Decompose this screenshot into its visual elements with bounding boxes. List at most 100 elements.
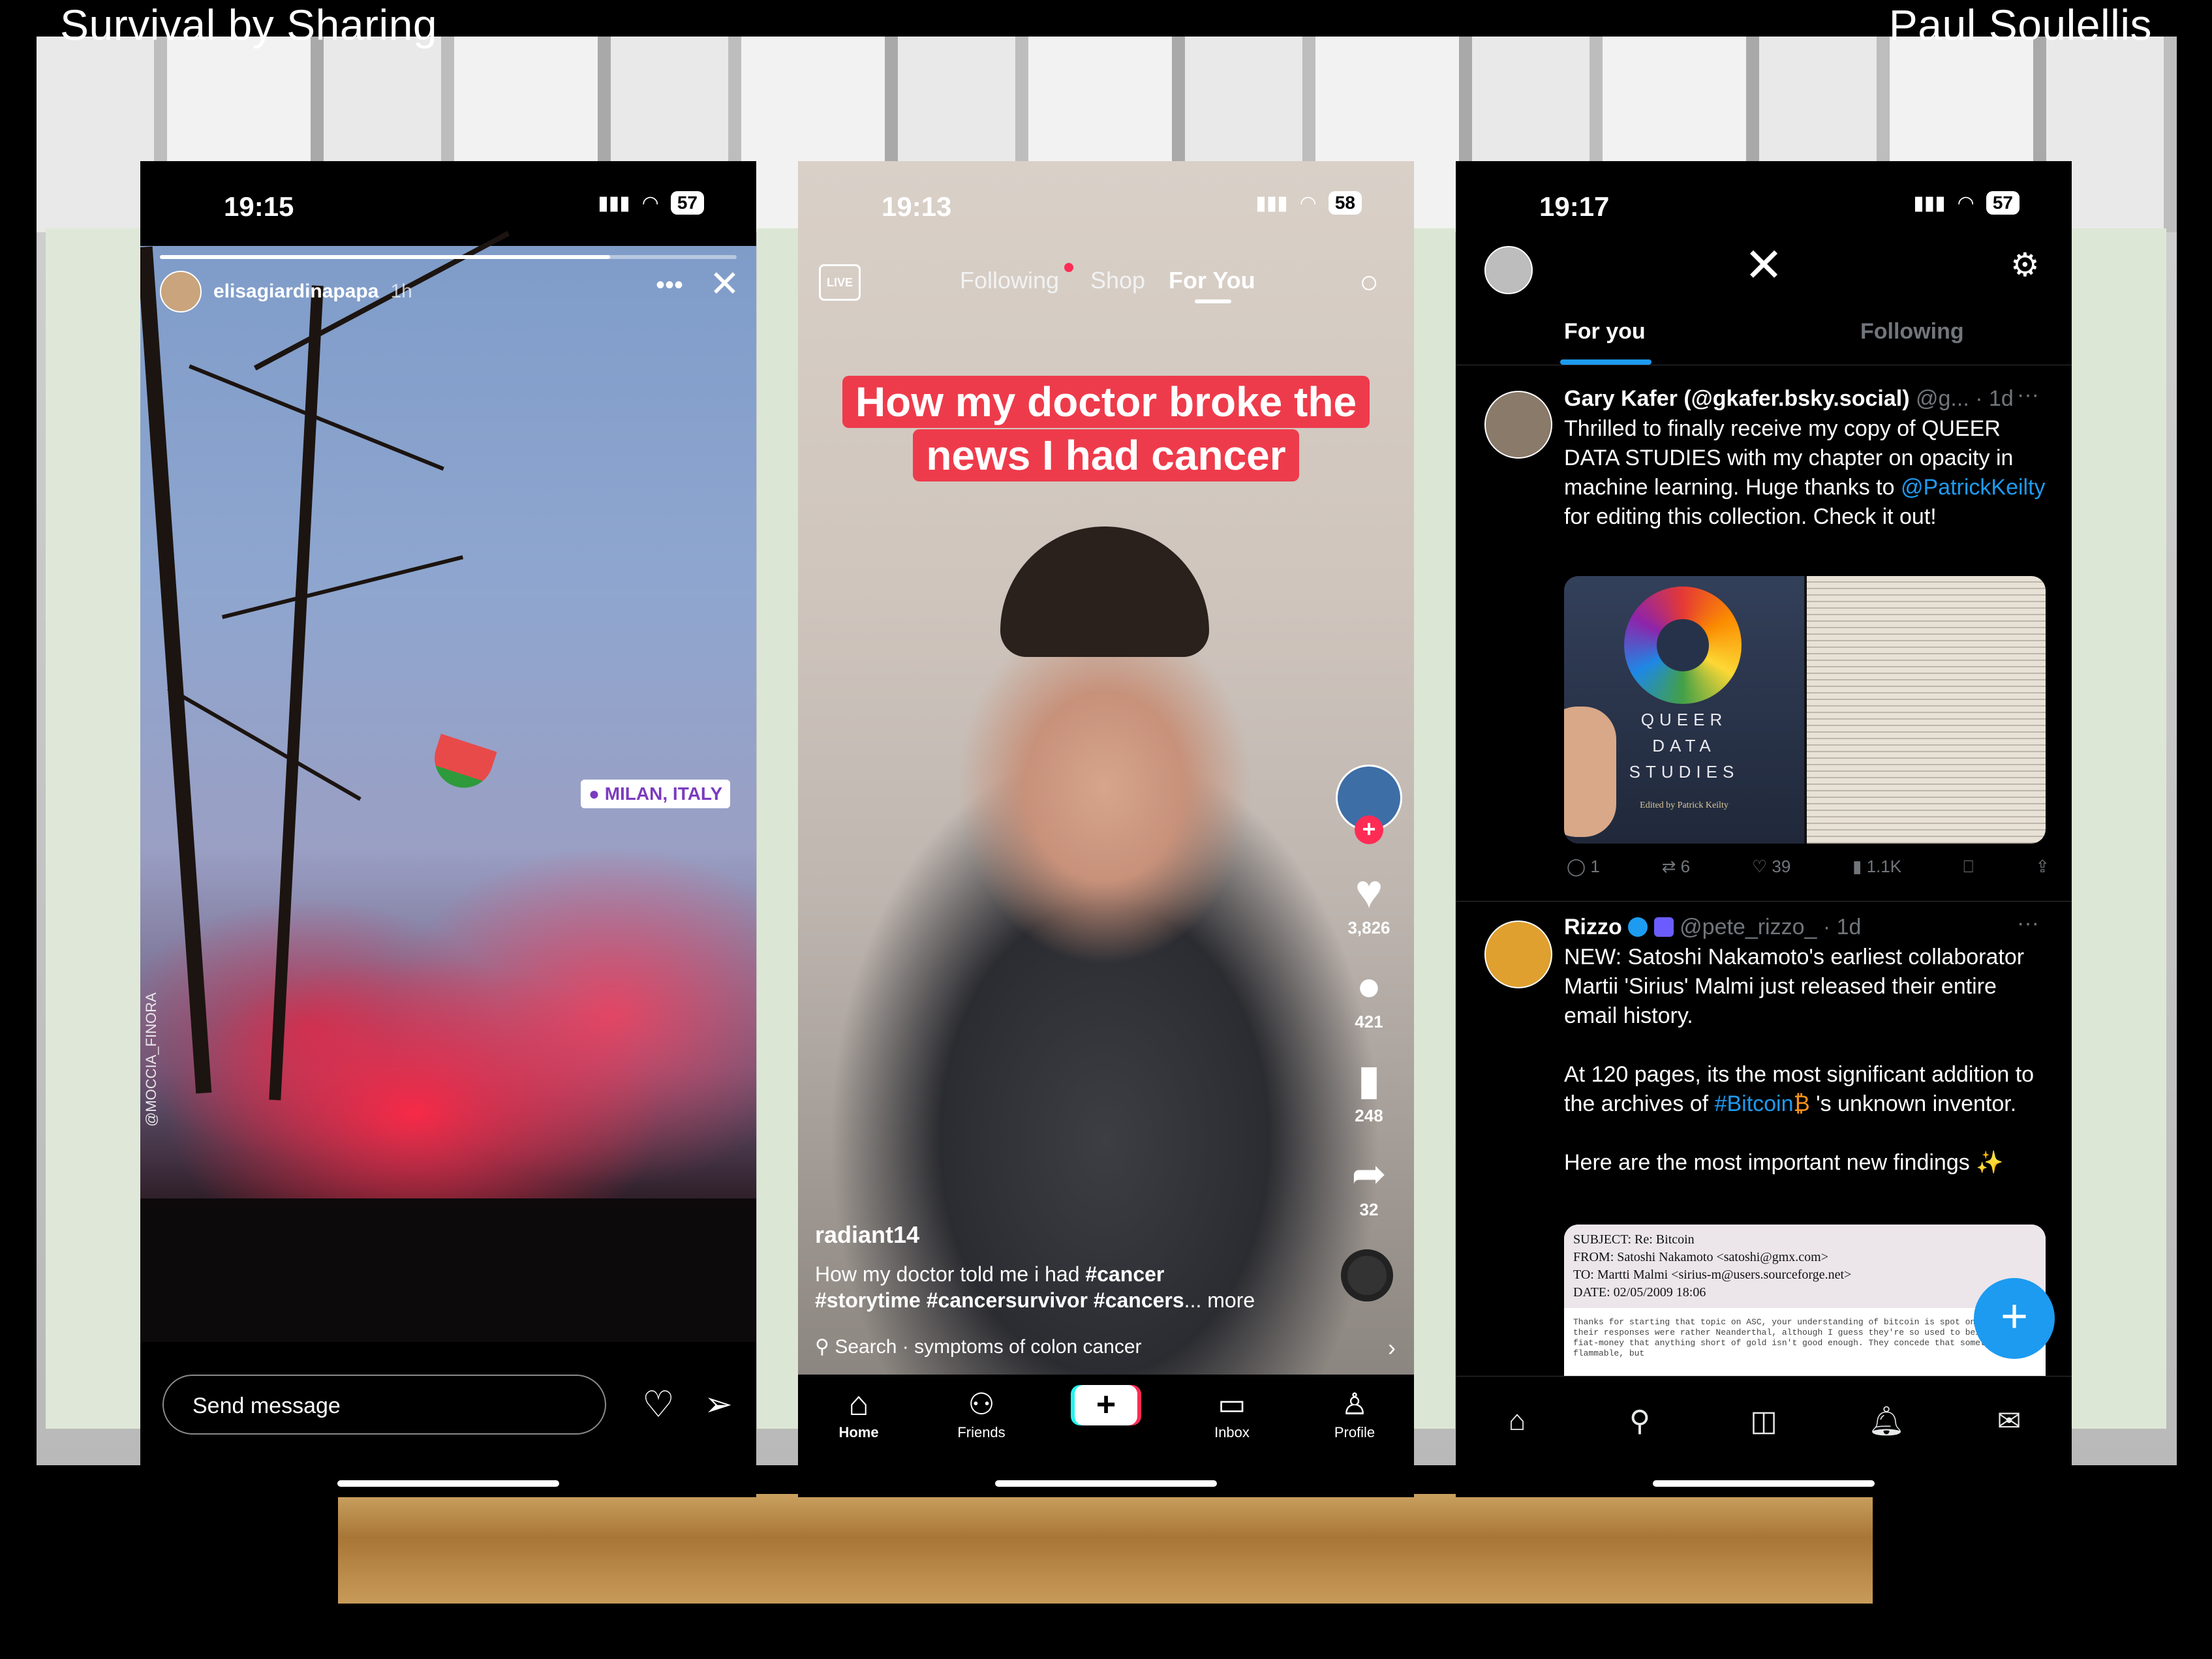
share-button[interactable]: ➦ 32 [1333, 1148, 1405, 1220]
tweet-author[interactable]: Gary Kafer (@gkafer.bsky.social) [1564, 386, 1910, 411]
comment-button[interactable]: ● 421 [1333, 960, 1405, 1032]
search-suggestion[interactable]: ⚲ Search · symptoms of colon cancer › [815, 1334, 1396, 1361]
tweet-media-email[interactable]: SUBJECT: Re: Bitcoin FROM: Satoshi Nakam… [1564, 1225, 2046, 1376]
tab-following[interactable]: Following [1860, 319, 1964, 344]
video-frame[interactable] [798, 161, 1414, 1375]
wooden-display-base [338, 1494, 1873, 1604]
close-icon[interactable]: ✕ [709, 266, 740, 302]
avatar[interactable] [1484, 391, 1552, 459]
hashtag[interactable]: #cancer [1085, 1262, 1164, 1286]
photo-credit: @MOCCIA_FINORA [143, 992, 159, 1127]
avatar[interactable] [1484, 921, 1552, 988]
tab-for-you[interactable]: For You [1169, 267, 1255, 294]
avatar[interactable] [160, 271, 202, 312]
create-post-button[interactable]: + [1075, 1385, 1137, 1425]
video-author[interactable]: radiant14 [815, 1221, 919, 1249]
reply-icon: ◯ [1567, 857, 1586, 876]
bell-icon[interactable]: 🔔︎ [1860, 1395, 1912, 1447]
comment-icon: ● [1356, 962, 1382, 1009]
tab-home[interactable]: ⌂ Home [810, 1384, 908, 1441]
tweet-actions: ◯ 1 ⇄ 6 ♡ 39 ▮ 1.1K ⎕ ⇪ [1567, 857, 2050, 877]
home-icon[interactable]: ⌂ [1491, 1395, 1543, 1447]
tab-inbox[interactable]: ▭ Inbox [1183, 1384, 1281, 1441]
tweet-handle: @g... · 1d [1916, 386, 2014, 411]
home-indicator [337, 1480, 559, 1487]
bookmark-icon[interactable]: ⎕ [1963, 857, 1974, 877]
tweet-media[interactable]: QUEER DATA STUDIES Edited by Patrick Kei… [1564, 576, 2046, 844]
more-icon[interactable]: ··· [2017, 909, 2039, 938]
mention-link[interactable]: @PatrickKeilty [1901, 475, 2046, 500]
bookmark-icon: ▮ [1357, 1056, 1381, 1103]
tweet-author[interactable]: Rizzo [1564, 915, 1622, 939]
follow-plus-icon[interactable]: + [1355, 815, 1383, 844]
battery-indicator: 57 [670, 191, 704, 215]
share-count: 32 [1359, 1200, 1379, 1219]
save-button[interactable]: ▮ 248 [1333, 1054, 1405, 1126]
live-button[interactable]: LIVE [819, 264, 861, 301]
instagram-phone: 19:15 ▮▮▮ ◠ 57 elisagiardinapapa 1h ••• … [140, 161, 756, 1497]
status-icons: ▮▮▮ ◠ 57 [1913, 191, 2020, 215]
x-phone: 19:17 ▮▮▮ ◠ 57 ✕ ⚙ For you Following Gar… [1456, 161, 2072, 1497]
status-time: 19:15 [224, 191, 294, 222]
wifi-icon: ◠ [1299, 192, 1317, 214]
views-icon: ▮ [1852, 857, 1862, 876]
title-right: Paul Soulellis [1888, 1, 2152, 49]
tree-branch [167, 686, 361, 801]
email-header: SUBJECT: Re: Bitcoin FROM: Satoshi Nakam… [1564, 1225, 2046, 1308]
affiliate-badge-icon [1653, 917, 1674, 937]
grok-icon[interactable]: ◫ [1738, 1395, 1790, 1447]
creator-avatar[interactable]: + [1333, 765, 1405, 844]
tweet-handle: @pete_rizzo_ · 1d [1680, 915, 1862, 939]
tab-for-you[interactable]: For you [1564, 319, 1646, 344]
tab-profile[interactable]: ♙ Profile [1306, 1384, 1404, 1441]
status-time: 19:13 [882, 191, 952, 222]
tab-friends[interactable]: ⚇ Friends [932, 1384, 1030, 1441]
tiktok-phone: 19:13 ▮▮▮ ◠ 58 LIVE Following Shop For Y… [798, 161, 1414, 1497]
signal-icon: ▮▮▮ [598, 192, 630, 214]
wifi-icon: ◠ [1957, 192, 1974, 214]
like-button[interactable]: ♡ 39 [1752, 857, 1790, 877]
heart-icon: ♥ [1355, 866, 1383, 918]
more-icon[interactable]: ••• [656, 271, 683, 300]
profile-avatar[interactable] [1484, 246, 1533, 294]
mail-icon[interactable]: ✉ [1983, 1395, 2035, 1447]
heart-icon[interactable]: ♡ [634, 1378, 683, 1431]
tab-following[interactable]: Following [960, 267, 1059, 294]
share-icon[interactable]: ⇪ [2035, 857, 2050, 877]
signal-icon: ▮▮▮ [1255, 192, 1288, 214]
share-icon: ➦ [1351, 1150, 1387, 1197]
status-icons: ▮▮▮ ◠ 57 [598, 191, 704, 215]
sound-disc-icon[interactable] [1341, 1249, 1393, 1301]
location-sticker[interactable]: ● MILAN, ITALY [581, 780, 731, 808]
tweet-text: NEW: Satoshi Nakamoto's earliest collabo… [1564, 945, 2035, 1175]
search-icon[interactable]: ○ [1359, 263, 1379, 301]
more-icon[interactable]: ··· [2017, 380, 2039, 410]
story-username[interactable]: elisagiardinapapa [213, 281, 378, 303]
story-age: 1h [390, 281, 412, 302]
views-button[interactable]: ▮ 1.1K [1852, 857, 1901, 877]
more-link[interactable]: ... more [1184, 1288, 1255, 1312]
feed-nav: LIVE Following Shop For You ○ [798, 259, 1414, 305]
compose-button[interactable]: + [1974, 1278, 2055, 1359]
book-cover-image: QUEER DATA STUDIES Edited by Patrick Kei… [1564, 576, 1804, 844]
hashtag-link[interactable]: #Bitcoin [1715, 1091, 1794, 1116]
like-button[interactable]: ♥ 3,826 [1333, 866, 1405, 938]
tweet-text: Thrilled to finally receive my copy of Q… [1564, 416, 2046, 529]
gear-icon[interactable]: ⚙ [2010, 246, 2040, 284]
bitcoin-icon: ₿ [1793, 1091, 1810, 1116]
home-icon: ⌂ [848, 1385, 869, 1423]
send-icon[interactable]: ➢ [694, 1378, 743, 1431]
send-message-input[interactable]: Send message [162, 1375, 606, 1435]
battery-indicator: 58 [1328, 191, 1362, 215]
search-icon[interactable]: ⚲ [1614, 1395, 1666, 1447]
x-logo-icon: ✕ [1743, 239, 1784, 292]
hashtags[interactable]: #storytime #cancersurvivor #cancers [815, 1288, 1184, 1312]
wifi-icon: ◠ [641, 192, 659, 214]
profile-icon: ♙ [1341, 1387, 1368, 1421]
video-description[interactable]: How my doctor told me i had #cancer #sto… [815, 1261, 1298, 1313]
repost-button[interactable]: ⇄ 6 [1662, 857, 1691, 877]
location-pin-icon: ● [589, 784, 600, 804]
reply-button[interactable]: ◯ 1 [1567, 857, 1600, 877]
save-count: 248 [1355, 1106, 1383, 1125]
tab-shop[interactable]: Shop [1090, 267, 1145, 294]
